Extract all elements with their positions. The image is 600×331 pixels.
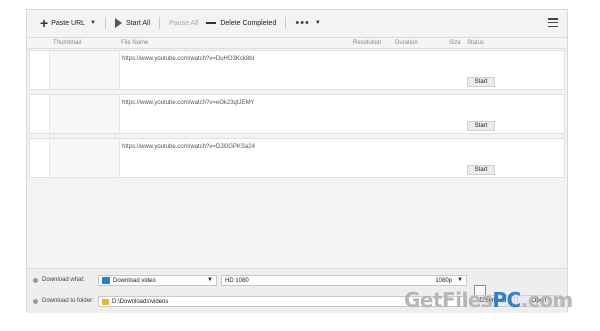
video-icon: [102, 277, 110, 284]
watermark-part3: .com: [520, 288, 574, 312]
start-button[interactable]: Start: [467, 77, 495, 87]
chevron-down-icon: ▼: [314, 20, 321, 26]
download-to-label: Download to folder:: [42, 298, 94, 304]
thumbnail: [50, 139, 120, 177]
chevron-down-icon: ▼: [457, 277, 463, 283]
download-type-select[interactable]: Download video ▼: [98, 275, 217, 286]
download-type-value: Download video: [113, 277, 156, 284]
download-list: https://www.youtube.com/watch?v=DuHO3Kck…: [29, 50, 565, 182]
quality-short: 1080p: [435, 277, 452, 284]
col-duration[interactable]: Duration: [395, 40, 418, 46]
start-button[interactable]: Start: [467, 121, 495, 131]
table-row[interactable]: https://www.youtube.com/watch?v=DJI0GPKS…: [29, 138, 565, 178]
quality-select[interactable]: HD 1080 1080p ▼: [221, 275, 467, 286]
row-url: https://www.youtube.com/watch?v=DJI0GPKS…: [122, 144, 255, 150]
more-button[interactable]: ••• ▼: [291, 10, 325, 36]
bullet-icon: [33, 277, 38, 283]
toolbar-divider: [159, 17, 161, 29]
row-checkbox-cell[interactable]: [30, 95, 50, 133]
start-button[interactable]: Start: [467, 165, 495, 175]
paste-url-label: Paste URL: [51, 19, 86, 27]
more-dots-icon: •••: [295, 17, 310, 29]
download-to-row: Download to folder:: [33, 294, 94, 308]
table-header: Thumbnail File Name Resolution Duration …: [27, 37, 567, 49]
watermark-logo: GetFilesPC.com: [404, 288, 573, 312]
row-checkbox-cell[interactable]: [30, 139, 50, 177]
toolbar-divider: [285, 17, 287, 29]
col-resolution[interactable]: Resolution: [353, 40, 381, 46]
app-window: + Paste URL ▼ Start All Pause All Delete…: [26, 9, 568, 313]
start-all-button[interactable]: Start All: [111, 10, 154, 36]
col-file-name[interactable]: File Name: [121, 40, 148, 46]
menu-icon[interactable]: [548, 18, 558, 27]
toolbar-divider: [105, 17, 106, 29]
pause-all-button[interactable]: Pause All: [165, 10, 202, 36]
thumbnail: [50, 51, 120, 89]
pause-all-label: Pause All: [169, 19, 199, 27]
plus-icon: +: [40, 15, 49, 31]
folder-icon: [102, 298, 109, 305]
folder-path-value: D:\Downloads\videos: [112, 298, 169, 305]
table-row[interactable]: https://www.youtube.com/watch?v=DuHO3Kck…: [29, 50, 565, 90]
play-icon: [115, 18, 122, 28]
col-size[interactable]: Size: [449, 40, 461, 46]
chevron-down-icon: ▼: [207, 277, 213, 283]
row-checkbox-cell[interactable]: [30, 51, 50, 89]
delete-completed-button[interactable]: Delete Completed: [202, 10, 280, 36]
row-url: https://www.youtube.com/watch?v=DuHO3Kck…: [122, 56, 255, 62]
chevron-down-icon[interactable]: ▼: [90, 20, 96, 26]
col-thumbnail[interactable]: Thumbnail: [53, 40, 81, 46]
row-url: https://www.youtube.com/watch?v=eOk23qtJ…: [122, 100, 255, 106]
download-what-label: Download what:: [42, 277, 85, 283]
quality-value: HD 1080: [225, 277, 249, 284]
watermark-part1: GetFiles: [404, 288, 493, 312]
bullet-icon: [33, 298, 38, 304]
minus-icon: [206, 22, 217, 24]
paste-url-button[interactable]: + Paste URL ▼: [36, 10, 100, 36]
start-all-label: Start All: [126, 19, 151, 27]
toolbar: + Paste URL ▼ Start All Pause All Delete…: [27, 10, 567, 36]
delete-completed-label: Delete Completed: [220, 19, 277, 27]
thumbnail: [50, 95, 120, 133]
watermark-part2: PC: [492, 288, 521, 312]
col-status[interactable]: Status: [467, 40, 484, 46]
download-what-row: Download what:: [33, 273, 85, 287]
table-row[interactable]: https://www.youtube.com/watch?v=eOk23qtJ…: [29, 94, 565, 134]
